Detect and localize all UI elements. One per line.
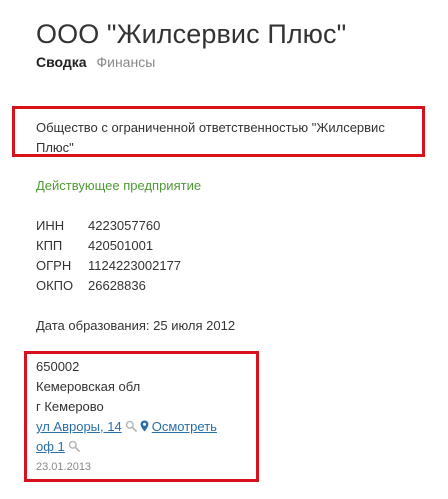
code-label: ОКПО	[36, 278, 74, 293]
code-value: 1124223002177	[88, 258, 182, 273]
founded-date: Дата образования: 25 июля 2012	[36, 318, 236, 333]
code-row-inn: ИНН 4223057760	[36, 216, 181, 236]
company-status: Действующее предприятие	[36, 178, 202, 193]
office-line: оф 1	[36, 437, 251, 457]
code-row-kpp: КПП 420501001	[36, 236, 181, 256]
company-full-name: Общество с ограниченной ответственностью…	[36, 120, 385, 155]
company-address: 650002 Кемеровская обл г Кемерово ул Авр…	[36, 357, 251, 476]
office-link[interactable]: оф 1	[36, 439, 65, 454]
code-value: 26628836	[88, 278, 146, 293]
company-codes: ИНН 4223057760 КПП 420501001 ОГРН 112422…	[36, 216, 181, 296]
code-value: 420501001	[88, 238, 154, 253]
region: Кемеровская обл	[36, 379, 141, 394]
search-icon[interactable]	[68, 440, 80, 452]
code-label: ОГРН	[36, 258, 72, 273]
code-value: 4223057760	[88, 218, 161, 233]
tabs: Сводка Финансы	[36, 53, 155, 71]
postal-code: 650002	[36, 359, 80, 374]
code-row-okpo: ОКПО 26628836	[36, 276, 181, 296]
code-row-ogrn: ОГРН 1124223002177	[36, 256, 181, 276]
city: г Кемерово	[36, 399, 104, 414]
street-line: ул Авроры, 14 Осмотреть	[36, 417, 251, 437]
map-pin-icon	[140, 420, 149, 432]
address-date: 23.01.2013	[36, 461, 92, 473]
code-label: ИНН	[36, 218, 65, 233]
tab-finances[interactable]: Финансы	[96, 54, 155, 70]
street-link[interactable]: ул Авроры, 14	[36, 419, 122, 434]
tab-summary[interactable]: Сводка	[36, 54, 87, 70]
code-label: КПП	[36, 238, 63, 253]
search-icon[interactable]	[125, 420, 137, 432]
map-view-link[interactable]: Осмотреть	[152, 419, 217, 434]
page-title: ООО "Жилсервис Плюс"	[36, 19, 347, 49]
